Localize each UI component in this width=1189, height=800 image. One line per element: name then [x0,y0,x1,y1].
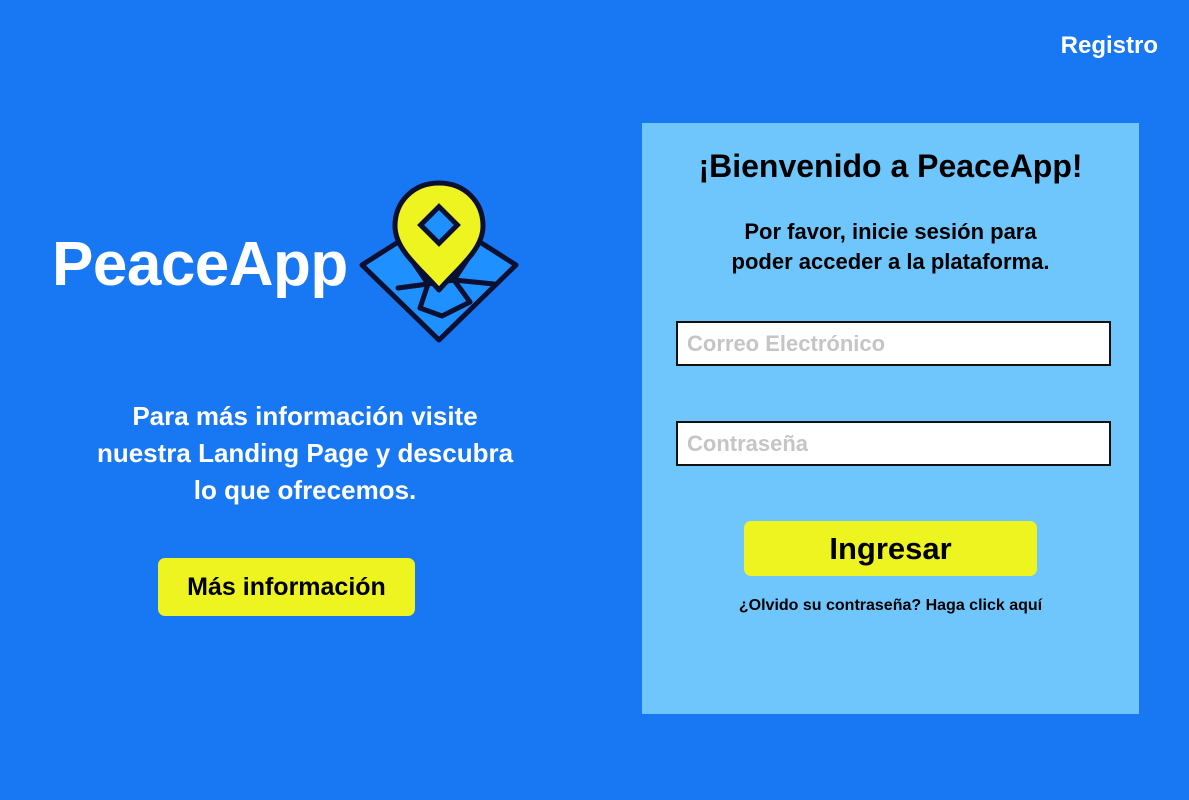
login-button[interactable]: Ingresar [744,521,1037,576]
register-link[interactable]: Registro [1061,32,1158,60]
more-info-button[interactable]: Más información [158,558,415,616]
map-pin-icon [359,180,519,343]
instructions-line: poder acceder a la plataforma. [731,249,1050,274]
instructions-line: Por favor, inicie sesión para [744,219,1037,244]
login-instructions: Por favor, inicie sesión para poder acce… [682,217,1099,277]
brand-name: PeaceApp [52,230,348,299]
forgot-password-link[interactable]: ¿Olvido su contraseña? Haga click aquí [642,597,1139,615]
welcome-title: ¡Bienvenido a PeaceApp! [698,148,1083,184]
email-field[interactable] [676,321,1111,366]
login-panel: ¡Bienvenido a PeaceApp! Por favor, inici… [642,123,1139,714]
promo-text-line: lo que ofrecemos. [193,475,417,505]
password-field[interactable] [676,421,1111,466]
brand: PeaceApp [52,176,520,346]
promo-text: Para más información visite nuestra Land… [40,398,570,509]
promo-text-line: Para más información visite [132,401,478,431]
promo-text-line: nuestra Landing Page y descubra [96,438,514,468]
